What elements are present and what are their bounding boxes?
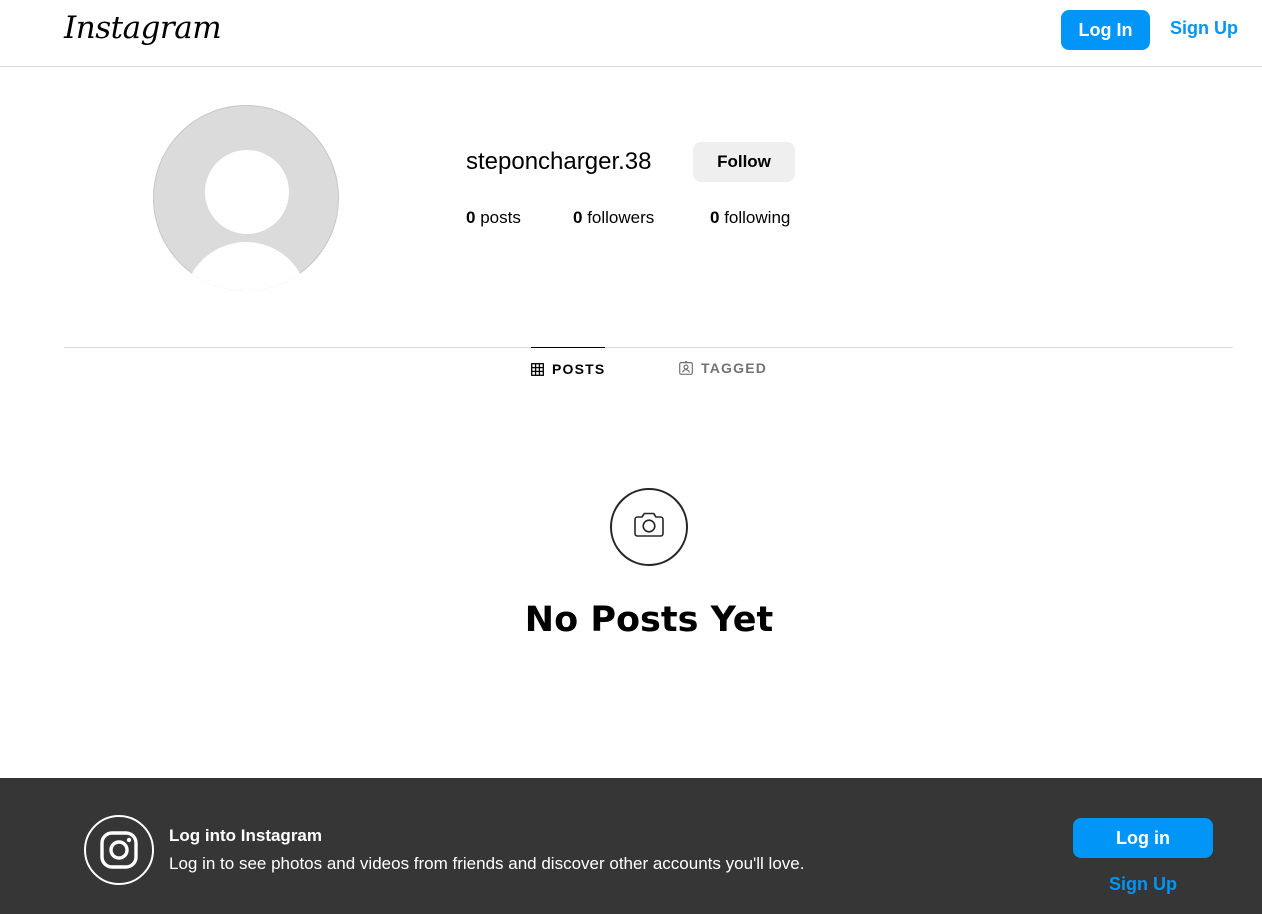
avatar	[153, 105, 339, 291]
following-label: following	[724, 208, 791, 227]
followers-count: 0	[573, 208, 583, 227]
following-count: 0	[710, 208, 720, 227]
grid-icon	[531, 362, 544, 376]
posts-label: posts	[480, 208, 521, 227]
signup-link[interactable]: Sign Up	[1170, 18, 1238, 39]
tab-tagged[interactable]: TAGGED	[679, 347, 767, 389]
banner-signup-link[interactable]: Sign Up	[1073, 874, 1213, 895]
top-navigation-bar: Instagram Log In Sign Up	[0, 0, 1262, 67]
tab-posts[interactable]: POSTS	[531, 347, 606, 390]
posts-count: 0	[466, 208, 476, 227]
avatar-placeholder-head	[205, 150, 289, 234]
empty-state-camera	[610, 488, 688, 566]
instagram-logo-icon	[84, 815, 154, 885]
tagged-icon	[679, 361, 693, 375]
follow-button[interactable]: Follow	[693, 142, 795, 182]
tab-tagged-label: TAGGED	[701, 360, 768, 376]
avatar-placeholder-body	[184, 242, 308, 291]
login-banner: Log into Instagram Log in to see photos …	[0, 778, 1262, 914]
profile-username: steponcharger.38	[466, 148, 652, 175]
stat-followers[interactable]: 0 followers	[573, 208, 654, 228]
tab-posts-label: POSTS	[552, 361, 606, 377]
tabs-divider	[64, 347, 1233, 348]
login-banner-text: Log in to see photos and videos from fri…	[169, 854, 805, 873]
login-button[interactable]: Log In	[1061, 10, 1150, 50]
instagram-logo[interactable]: Instagram	[64, 10, 222, 46]
stat-following[interactable]: 0 following	[710, 208, 790, 228]
camera-icon	[633, 511, 665, 544]
stat-posts: 0 posts	[466, 208, 521, 228]
banner-login-button[interactable]: Log in	[1073, 818, 1213, 858]
login-banner-title: Log into Instagram	[169, 826, 322, 845]
followers-label: followers	[587, 208, 655, 227]
empty-state-title: No Posts Yet	[524, 600, 774, 640]
